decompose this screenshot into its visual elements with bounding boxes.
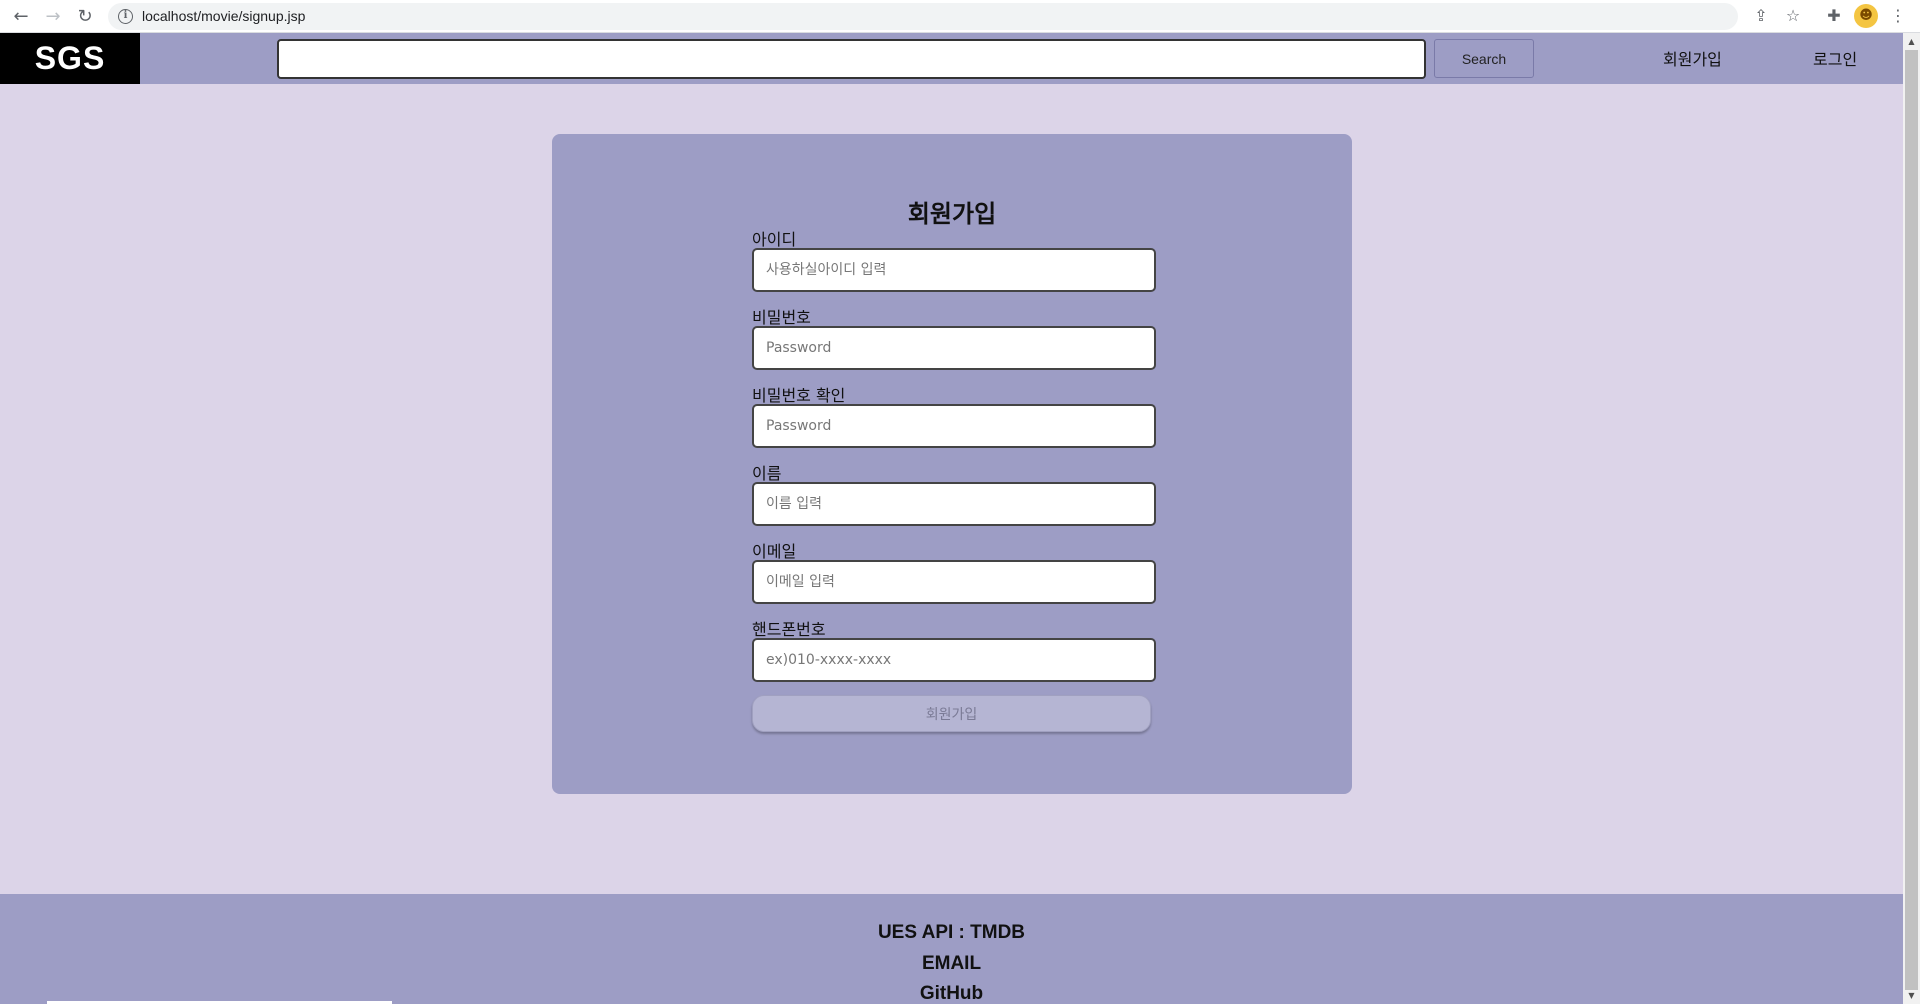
- address-bar[interactable]: i localhost/movie/signup.jsp: [108, 3, 1738, 30]
- name-input[interactable]: [752, 482, 1156, 526]
- signup-title: 회원가입: [907, 200, 997, 228]
- signup-link[interactable]: 회원가입: [1663, 46, 1722, 70]
- login-link[interactable]: 로그인: [1813, 46, 1857, 70]
- signup-submit-button[interactable]: 회원가입: [752, 695, 1151, 732]
- password-label: 비밀번호: [752, 308, 811, 327]
- password-confirm-input[interactable]: [752, 404, 1156, 448]
- back-arrow-icon[interactable]: ←: [9, 5, 33, 29]
- site-header: SGS Search 회원가입 로그인: [0, 33, 1903, 84]
- signup-card: 회원가입 아이디 비밀번호 비밀번호 확인 이름 이메일 핸드폰번호 회원가입: [552, 134, 1352, 794]
- name-label: 이름: [752, 464, 782, 483]
- search-input[interactable]: [277, 39, 1426, 79]
- browser-toolbar: ← → ↻ i localhost/movie/signup.jsp ⇪ ☆ ✚…: [0, 0, 1920, 33]
- scroll-up-icon[interactable]: ▲: [1903, 33, 1920, 50]
- site-logo[interactable]: SGS: [0, 33, 140, 84]
- forward-arrow-icon[interactable]: →: [41, 5, 65, 29]
- share-icon[interactable]: ⇪: [1749, 4, 1773, 28]
- phone-label: 핸드폰번호: [752, 620, 826, 639]
- phone-input[interactable]: [752, 638, 1156, 682]
- footer-email[interactable]: EMAIL: [0, 953, 1903, 975]
- email-label: 이메일: [752, 542, 797, 561]
- profile-avatar-icon[interactable]: ☻: [1854, 4, 1878, 28]
- url-text[interactable]: localhost/movie/signup.jsp: [142, 8, 305, 24]
- site-info-icon[interactable]: i: [118, 9, 133, 24]
- search-button[interactable]: Search: [1434, 39, 1534, 78]
- scroll-thumb[interactable]: [1905, 50, 1918, 990]
- page-scrollbar[interactable]: ▲ ▼: [1903, 33, 1920, 1004]
- userid-label: 아이디: [752, 230, 797, 249]
- email-input[interactable]: [752, 560, 1156, 604]
- browser-menu-icon[interactable]: ⋮: [1886, 4, 1910, 28]
- userid-input[interactable]: [752, 248, 1156, 292]
- scroll-down-icon[interactable]: ▼: [1903, 987, 1920, 1004]
- bookmark-star-icon[interactable]: ☆: [1781, 4, 1805, 28]
- reload-icon[interactable]: ↻: [73, 5, 97, 29]
- site-footer: UES API : TMDB EMAIL GitHub: [0, 894, 1903, 1004]
- password-confirm-label: 비밀번호 확인: [752, 386, 846, 405]
- extensions-puzzle-icon[interactable]: ✚: [1822, 4, 1846, 28]
- footer-api-credit: UES API : TMDB: [877, 922, 1026, 943]
- password-input[interactable]: [752, 326, 1156, 370]
